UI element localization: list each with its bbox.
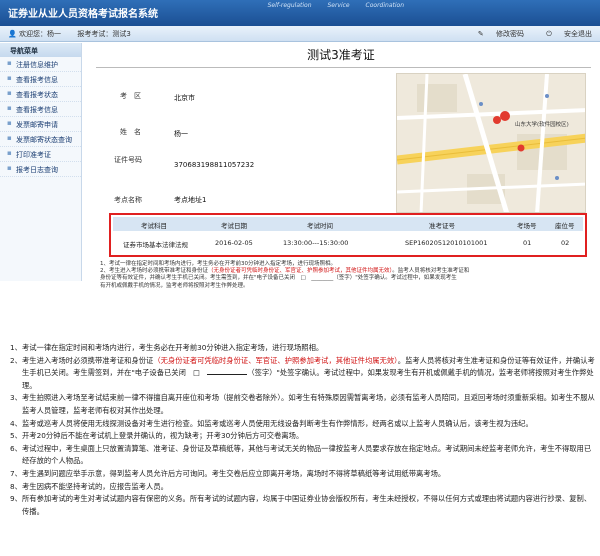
user-actions: ✎ 修改密码 ⏻ 安全退出 <box>458 29 592 39</box>
title-divider <box>96 67 591 68</box>
cell-time: 13:30:00---15:30:00 <box>283 239 349 247</box>
sidebar-item-view-application[interactable]: 查看报考信息 <box>0 72 81 87</box>
col-time: 考试时间 <box>307 222 333 230</box>
location-map[interactable]: 山东大学(软件园校区) <box>396 73 586 213</box>
map-label: 山东大学(软件园校区) <box>515 122 569 128</box>
area-label: 考 区 <box>120 92 141 100</box>
exam-label: 报考考试：测试3 <box>77 30 131 38</box>
rule-4: 4、 监考或巡考人员将使用无线探测设备对考生进行检查。如监考或巡考人员使用无线设备… <box>10 418 533 428</box>
sidebar-item-application-status[interactable]: 查看报考状态 <box>0 87 81 102</box>
site-label: 考点名称 <box>114 196 142 204</box>
area-value: 北京市 <box>174 94 195 102</box>
site-value: 考点地址1 <box>174 196 207 204</box>
mini-note-3: 身份证等有效证件，并确认考生手机已关闭。考生需签到，并在"电子设备已关闭 □ _… <box>100 275 457 282</box>
mini-note-4: 有开机或佩戴手机的情况，监考老师将按照对考生作弊处理。 <box>100 282 249 289</box>
logout-link[interactable]: ⏻ 安全退出 <box>536 30 592 38</box>
slogan-2: Service <box>327 2 350 9</box>
exam-rules: 1、 考试一律在指定时间和考场内进行，考生务必在开考前30分钟进入指定考场，进行现… <box>10 342 595 518</box>
slogan-3: Coordination <box>365 2 404 9</box>
app-title: 证券业从业人员资格考试报名系统 <box>8 9 158 20</box>
cell-seat: 02 <box>561 239 570 247</box>
sidebar-item-log-query[interactable]: 报考日志查询 <box>0 162 81 177</box>
header-slogan: Self-regulation Service Coordination <box>254 2 404 9</box>
rule-7: 7、 考生遇到问题应举手示意，得到监考人员允许后方可询问。考生交卷后应立即离开考场… <box>10 468 446 478</box>
col-date: 考试日期 <box>221 222 247 230</box>
rule-2: 2、 考生进入考场时必须携带准考证和身份证（无身份证者可凭临时身份证、军官证、护照… <box>10 355 595 390</box>
change-password-link[interactable]: ✎ 修改密码 <box>468 30 526 38</box>
rule-6: 6、 考试过程中，考生桌面上只放置清算笔、准考证、身份证及草稿纸等，其他与考试无关… <box>10 443 592 466</box>
logout-icon: ⏻ <box>546 30 552 38</box>
rule-8: 8、 考生因病不能坚持考试的，应报告监考人员。 <box>10 481 168 491</box>
rule-9: 9、 所有参加考试的考生对考试试题内容有保密的义务。所有考试的试题内容，均属于中国… <box>10 494 592 516</box>
welcome-text: 欢迎您：杨一 <box>18 30 61 38</box>
signature-blank <box>207 367 248 376</box>
sidebar: 导航菜单 注册信息维护 查看报考信息 查看报考状态 查看报考信息 发票邮寄申请 … <box>0 43 82 281</box>
col-seat: 座位号 <box>555 222 575 230</box>
sidebar-item-invoice-status[interactable]: 发票邮寄状态查询 <box>0 132 81 147</box>
cell-subject: 证券市场基本法律法规 <box>123 241 188 249</box>
id-label: 证件号码 <box>114 156 142 164</box>
name-value: 杨一 <box>174 130 188 138</box>
sidebar-item-invoice-request[interactable]: 发票邮寄申请 <box>0 117 81 132</box>
password-icon: ✎ <box>477 30 484 38</box>
rule-3: 3、 考生拍照进入考场至考试结束前一律不得擅自离开座位和考场（提前交卷者除外）。如… <box>10 393 595 415</box>
cell-date: 2016-02-05 <box>215 239 253 247</box>
rule-1: 1、 考试一律在指定时间和考场内进行，考生务必在开考前30分钟进入指定考场，进行现… <box>10 343 324 352</box>
col-subject: 考试科目 <box>141 222 167 230</box>
nav-heading: 导航菜单 <box>0 43 81 57</box>
user-icon: 👤 <box>8 30 17 38</box>
col-admission-no: 准考证号 <box>429 222 455 230</box>
id-value: 370683198811057232 <box>174 161 255 169</box>
slogan-1: Self-regulation <box>267 2 312 9</box>
sidebar-item-print-admission[interactable]: 打印准考证 <box>0 147 81 162</box>
cell-admission-no: SEP16020512010101001 <box>405 239 488 247</box>
exam-table-header <box>113 217 583 231</box>
exam-table: 考试科目 考试日期 考试时间 准考证号 考场号 座位号 证券市场基本法律法规 2… <box>109 213 587 257</box>
sidebar-item-view-application-2[interactable]: 查看报考信息 <box>0 102 81 117</box>
certificate-notes: 1、考试一律在指定时间和考场内进行，考生务必在开考前30分钟进入指定考场，进行现… <box>100 261 590 290</box>
certificate-title: 测试3准考证 <box>307 48 375 62</box>
cell-room: 01 <box>523 239 532 247</box>
rule-5: 5、 开考20分钟后不能在考试机上登录并确认的，视为缺考；开考30分钟后方可交卷离… <box>10 431 304 441</box>
user-bar: 👤 欢迎您：杨一 报考考试：测试3 ✎ 修改密码 ⏻ 安全退出 <box>0 26 600 42</box>
map-graphic <box>397 74 585 212</box>
main-content: 测试3准考证 考 区 北京市 姓 名 杨一 证件号码 3706831988110… <box>86 43 596 289</box>
app-header: 证券业从业人员资格考试报名系统 Self-regulation Service … <box>0 0 600 26</box>
sidebar-item-register-info[interactable]: 注册信息维护 <box>0 57 81 72</box>
name-label: 姓 名 <box>120 128 141 136</box>
col-room: 考场号 <box>517 222 537 230</box>
user-info: 👤 欢迎您：杨一 报考考试：测试3 <box>8 29 131 39</box>
